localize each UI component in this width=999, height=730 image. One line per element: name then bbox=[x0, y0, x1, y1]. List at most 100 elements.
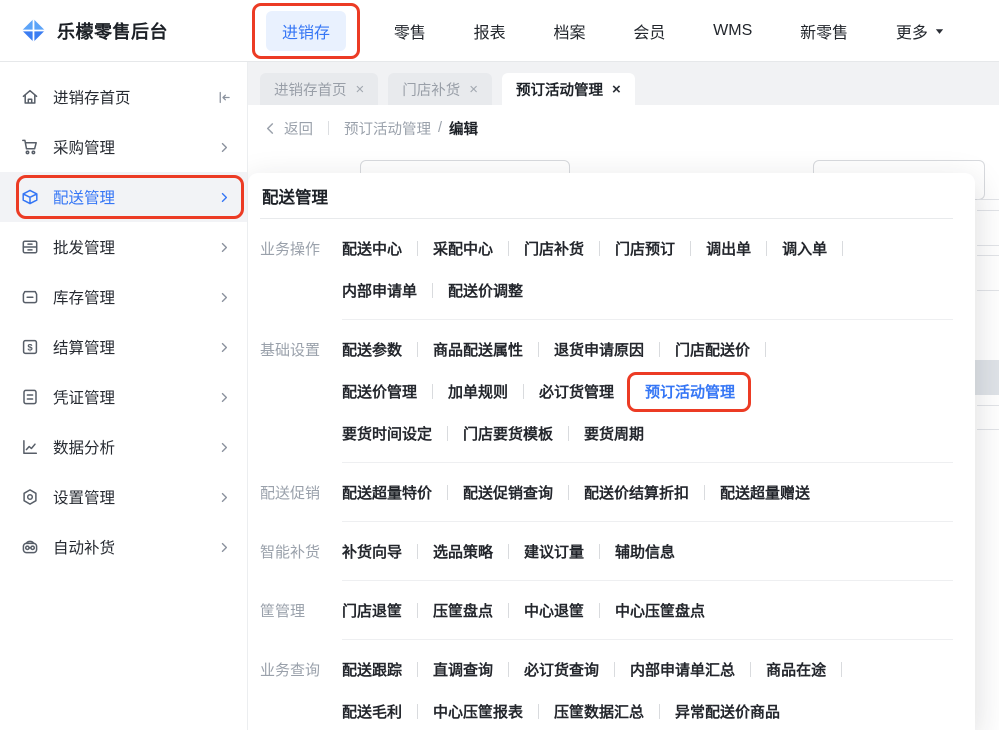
tab-bar: 进销存首页 × 门店补货 × 预订活动管理 × bbox=[248, 62, 999, 105]
menu-item[interactable]: 直调查询 bbox=[433, 659, 493, 680]
menu-section-items: 配送参数 商品配送属性 退货申请原因 门店配送价配送价管理 加单规则 必订货管理 预订活动管… bbox=[342, 320, 953, 463]
sidebar-item-label: 采购管理 bbox=[53, 140, 116, 157]
sidebar-item-label: 自动补货 bbox=[53, 540, 116, 557]
menu-item[interactable]: 配送价管理 bbox=[342, 381, 417, 402]
sidebar-item-home[interactable]: 进销存首页 bbox=[0, 72, 247, 122]
menu-item[interactable]: 建议订量 bbox=[524, 541, 584, 562]
top-nav-item-huiyuan[interactable]: 会员 bbox=[633, 19, 665, 43]
back-button[interactable]: 返回 bbox=[264, 118, 313, 139]
menu-section: 业务查询 配送跟踪 直调查询 必订货查询 内部申请单汇总 商品在途 配送毛利 中心压筐报表 压筐… bbox=[260, 640, 953, 730]
item-separator bbox=[750, 383, 752, 399]
sidebar-item-shezhi[interactable]: 设置管理 bbox=[0, 472, 247, 522]
menu-item[interactable]: 压筐盘点 bbox=[433, 600, 493, 621]
item-separator bbox=[704, 484, 706, 500]
menu-section-label: 业务操作 bbox=[260, 241, 321, 258]
menu-item[interactable]: 配送中心 bbox=[342, 238, 402, 259]
sidebar-item-zidongbuhuo[interactable]: 自动补货 bbox=[0, 522, 247, 572]
menu-item[interactable]: 压筐数据汇总 bbox=[554, 701, 644, 722]
sidebar-item-kucun[interactable]: 库存管理 bbox=[0, 272, 247, 322]
menu-item[interactable]: 配送价结算折扣 bbox=[584, 482, 689, 503]
menu-item[interactable]: 配送超量特价 bbox=[342, 482, 432, 503]
menu-item[interactable]: 退货申请原因 bbox=[554, 339, 644, 360]
menu-item[interactable]: 中心退筐 bbox=[524, 600, 584, 621]
sidebar-item-pifa[interactable]: 批发管理 bbox=[0, 222, 247, 272]
menu-item[interactable]: 调入单 bbox=[782, 238, 827, 259]
menu-item[interactable]: 门店退筐 bbox=[342, 600, 402, 621]
tab-close-icon[interactable]: × bbox=[612, 81, 621, 98]
menu-item[interactable]: 门店要货模板 bbox=[463, 423, 553, 444]
menu-item[interactable]: 异常配送价商品 bbox=[675, 701, 780, 722]
item-separator bbox=[538, 341, 540, 357]
chevron-right-icon bbox=[216, 239, 233, 256]
background-row-line bbox=[977, 429, 999, 430]
tab-jinxiaocun-home[interactable]: 进销存首页 × bbox=[260, 73, 379, 105]
tab-mendian-buhuo[interactable]: 门店补货 × bbox=[388, 73, 493, 105]
menu-item[interactable]: 门店预订 bbox=[615, 238, 675, 259]
item-separator bbox=[599, 602, 601, 618]
menu-item[interactable]: 中心压筐盘点 bbox=[615, 600, 705, 621]
menu-item[interactable]: 配送跟踪 bbox=[342, 659, 402, 680]
background-row-line bbox=[977, 210, 999, 211]
top-nav-item-jinxiaocun[interactable]: 进销存 bbox=[251, 2, 361, 59]
menu-item[interactable]: 辅助信息 bbox=[615, 541, 675, 562]
sidebar-item-label: 库存管理 bbox=[53, 290, 116, 307]
sidebar-item-peisong[interactable]: 配送管理 bbox=[0, 172, 247, 222]
sidebar-item-caigou[interactable]: 采购管理 bbox=[0, 122, 247, 172]
menu-section: 业务操作 配送中心 采配中心 门店补货 门店预订 调出单 调入单内部申请单 配送价调整 bbox=[260, 219, 953, 320]
chevron-right-icon bbox=[216, 439, 233, 456]
sidebar-item-label: 进销存首页 bbox=[53, 90, 131, 107]
top-nav-item-dangan[interactable]: 档案 bbox=[553, 19, 585, 43]
top-nav-item-more[interactable]: 更多 bbox=[896, 19, 945, 43]
menu-item[interactable]: 内部申请单 bbox=[342, 280, 417, 301]
menu-item[interactable]: 调出单 bbox=[706, 238, 751, 259]
menu-item[interactable]: 要货时间设定 bbox=[342, 423, 432, 444]
tab-yuding-huodong[interactable]: 预订活动管理 × bbox=[502, 73, 635, 105]
menu-item[interactable]: 内部申请单汇总 bbox=[630, 659, 735, 680]
menu-item[interactable]: 配送毛利 bbox=[342, 701, 402, 722]
breadcrumb-current: 编辑 bbox=[449, 121, 479, 138]
top-nav-item-lingshou[interactable]: 零售 bbox=[394, 19, 426, 43]
item-separator bbox=[568, 484, 570, 500]
item-separator bbox=[417, 543, 419, 559]
item-separator bbox=[842, 240, 844, 256]
tab-close-icon[interactable]: × bbox=[356, 81, 365, 98]
menu-item[interactable]: 门店补货 bbox=[524, 238, 584, 259]
menu-item[interactable]: 配送价调整 bbox=[448, 280, 523, 301]
top-nav-item-baobiao[interactable]: 报表 bbox=[474, 19, 506, 43]
menu-section: 筐管理 门店退筐 压筐盘点 中心退筐 中心压筐盘点 bbox=[260, 581, 953, 640]
item-separator bbox=[690, 240, 692, 256]
chevron-right-icon bbox=[216, 339, 233, 356]
menu-item[interactable]: 配送促销查询 bbox=[463, 482, 553, 503]
menu-item[interactable]: 中心压筐报表 bbox=[433, 701, 523, 722]
menu-item[interactable]: 要货周期 bbox=[584, 423, 644, 444]
menu-item[interactable]: 配送超量赠送 bbox=[720, 482, 810, 503]
item-separator bbox=[614, 661, 616, 677]
top-nav-item-xinlingshou[interactable]: 新零售 bbox=[800, 19, 848, 43]
delivery-megamenu-panel: 配送管理 业务操作 配送中心 采配中心 门店补货 门店预订 调出单 调入单 内部申请单 配送价调… bbox=[248, 173, 975, 730]
sidebar-item-jiesuan[interactable]: $ 结算管理 bbox=[0, 322, 247, 372]
menu-item[interactable]: 必订货查询 bbox=[524, 659, 599, 680]
menu-item[interactable]: 采配中心 bbox=[433, 238, 493, 259]
menu-item[interactable]: 补货向导 bbox=[342, 541, 402, 562]
breadcrumb-page[interactable]: 预订活动管理 bbox=[344, 118, 431, 139]
sidebar-item-pingzheng[interactable]: 凭证管理 bbox=[0, 372, 247, 422]
item-separator bbox=[766, 240, 768, 256]
app-logo[interactable]: 乐檬零售后台 bbox=[0, 17, 232, 44]
top-nav-item-wms[interactable]: WMS bbox=[713, 22, 752, 40]
menu-item[interactable]: 商品在途 bbox=[766, 659, 826, 680]
menu-item[interactable]: 必订货管理 bbox=[539, 381, 614, 402]
collapse-sidebar-icon[interactable] bbox=[216, 89, 233, 106]
tab-close-icon[interactable]: × bbox=[469, 81, 478, 98]
menu-item[interactable]: 商品配送属性 bbox=[433, 339, 523, 360]
menu-item[interactable]: 配送参数 bbox=[342, 339, 402, 360]
menu-item[interactable]: 加单规则 bbox=[448, 381, 508, 402]
chevron-right-icon bbox=[216, 539, 233, 556]
menu-item[interactable]: 门店配送价 bbox=[675, 339, 750, 360]
sidebar-item-label: 结算管理 bbox=[53, 340, 116, 357]
sidebar-item-label: 批发管理 bbox=[53, 240, 116, 257]
menu-item[interactable]: 选品策略 bbox=[433, 541, 493, 562]
menu-row: 配送参数 商品配送属性 退货申请原因 门店配送价 bbox=[342, 328, 953, 370]
item-separator bbox=[432, 383, 434, 399]
sidebar-item-shuju[interactable]: 数据分析 bbox=[0, 422, 247, 472]
menu-item[interactable]: 预订活动管理 bbox=[627, 371, 752, 412]
